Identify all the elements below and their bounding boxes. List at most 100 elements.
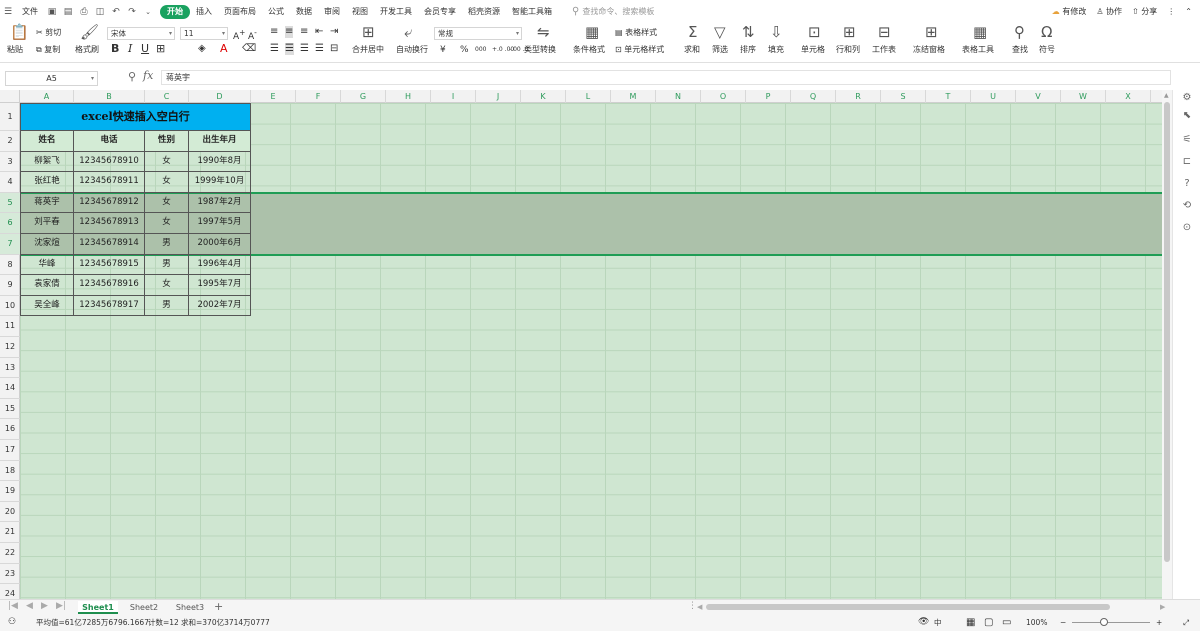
zoom-slider[interactable] [1072,622,1150,623]
increase-font-icon[interactable]: A+ [233,27,245,43]
distribute-icon[interactable]: ⊟ [330,43,338,55]
merge-center-icon[interactable]: ⊞ [362,24,375,40]
select-all-corner[interactable] [0,90,20,103]
column-header-d[interactable]: D [189,90,251,103]
print-preview-icon[interactable]: ◫ [94,6,106,18]
table-cell[interactable]: 12345678910 [74,151,145,173]
wrap-text-icon[interactable]: ⤶ [404,24,412,40]
column-header-g[interactable]: G [341,90,386,103]
fullscreen-icon[interactable]: ⤢ [1183,614,1189,631]
decrease-font-icon[interactable]: A- [248,27,257,43]
cell-icon[interactable]: ⊡ [808,24,821,40]
align-center-icon[interactable]: ☰ [285,43,294,55]
row-col-icon[interactable]: ⊞ [843,24,856,40]
share-button[interactable]: ⇧ 分享 [1132,6,1157,17]
zoom-out-icon[interactable]: − [1060,614,1066,631]
column-header-s[interactable]: S [881,90,926,103]
table-style-button[interactable]: ▤ 表格样式 [615,27,657,39]
sort-icon[interactable]: ⇅ [742,24,755,40]
column-header-p[interactable]: P [746,90,791,103]
table-header-cell[interactable]: 姓名 [20,131,74,152]
paste-icon[interactable]: 📋 [10,24,29,40]
page-layout-view-icon[interactable]: ▢ [984,614,993,631]
row-header-21[interactable]: 21 [0,522,20,543]
column-header-m[interactable]: M [611,90,656,103]
table-cell[interactable]: 1990年8月 [189,151,251,173]
row-header-9[interactable]: 9 [0,275,20,296]
zoom-slider-knob[interactable] [1100,618,1108,626]
table-cell[interactable]: 沈家煊 [20,234,74,255]
table-tools-icon[interactable]: ▦ [973,24,987,40]
column-header-a[interactable]: A [20,90,74,103]
cell-style-button[interactable]: ⊡ 单元格样式 [615,44,664,56]
row-header-2[interactable]: 2 [0,131,20,152]
tab-formulas[interactable]: 公式 [262,5,290,19]
tab-smart-toolbox[interactable]: 智能工具箱 [506,5,558,19]
column-header-h[interactable]: H [386,90,431,103]
table-cell[interactable]: 女 [145,275,189,296]
table-cell[interactable]: 2000年6月 [189,234,251,255]
backup-icon[interactable]: ⊏ [1181,156,1193,168]
indent-decrease-icon[interactable]: ⇤ [315,26,323,38]
scroll-up-icon[interactable]: ▲ [1164,92,1169,99]
format-painter-button[interactable]: 格式刷 [75,44,99,56]
column-header-f[interactable]: F [296,90,341,103]
table-cell[interactable]: 张红艳 [20,172,74,193]
column-header-r[interactable]: R [836,90,881,103]
table-cell[interactable]: 12345678914 [74,234,145,255]
font-name-select[interactable]: 宋体 ▾ [107,27,175,40]
vertical-scroll-thumb[interactable] [1164,102,1170,562]
table-cell[interactable]: 柳絮飞 [20,151,74,173]
column-header-x[interactable]: X [1106,90,1151,103]
column-header-w[interactable]: W [1061,90,1106,103]
row-header-5[interactable]: 5 [0,192,20,214]
column-header-l[interactable]: L [566,90,611,103]
export-pdf-icon[interactable]: ▤ [62,6,74,18]
collapse-ribbon-icon[interactable]: ⌃ [1185,7,1192,16]
filter-button[interactable]: 筛选 [712,44,728,56]
page-break-view-icon[interactable]: ▭ [1002,614,1011,631]
more-options-icon[interactable]: ⋮ [1167,7,1175,16]
tab-developer[interactable]: 开发工具 [374,5,418,19]
fill-icon[interactable]: ⇩ [770,24,783,40]
row-header-24[interactable]: 24 [0,584,20,599]
table-cell[interactable]: 1995年7月 [189,275,251,296]
print-icon[interactable]: ⎙ [78,6,90,18]
zoom-lens-icon[interactable]: ⚲ [128,70,136,83]
justify-icon[interactable]: ☰ [315,43,324,55]
table-cell[interactable]: 女 [145,151,189,173]
scroll-right-icon[interactable]: ▶ [1160,603,1165,611]
sum-button[interactable]: 求和 [684,44,700,56]
font-size-select[interactable]: 11 ▾ [180,27,228,40]
table-title-cell[interactable]: excel快速插入空白行 [20,103,251,131]
help-icon[interactable]: ? [1181,178,1193,190]
vertical-scrollbar[interactable]: ▲ [1162,90,1172,599]
column-header-u[interactable]: U [971,90,1016,103]
tab-view[interactable]: 视图 [346,5,374,19]
row-header-12[interactable]: 12 [0,337,20,358]
row-header-10[interactable]: 10 [0,296,20,317]
formula-input[interactable]: 蒋英宇 [161,70,1171,85]
tab-page-layout[interactable]: 页面布局 [218,5,262,19]
conditional-format-button[interactable]: 条件格式 [573,44,605,56]
sum-icon[interactable]: Σ [688,24,697,40]
currency-button[interactable]: ¥ [440,44,446,56]
worksheet-grid[interactable]: ABCDEFGHIJKLMNOPQRSTUVWX 1 2 3 4 5 6 7 8 9 10 11 12… [0,90,1162,599]
align-left-icon[interactable]: ☰ [270,43,279,55]
format-painter-icon[interactable]: 🖌 [80,24,99,40]
location-icon[interactable]: ⊙ [1181,222,1193,234]
normal-view-icon[interactable]: ▦ [966,614,975,631]
modified-status[interactable]: ☁ 有修改 [1052,6,1087,17]
align-bottom-icon[interactable]: ≡ [300,26,308,38]
column-header-k[interactable]: K [521,90,566,103]
properties-icon[interactable]: ⚟ [1181,134,1193,146]
row-header-17[interactable]: 17 [0,440,20,461]
indent-increase-icon[interactable]: ⇥ [330,26,338,38]
row-header-8[interactable]: 8 [0,255,20,276]
fill-color-icon[interactable]: ◈ [198,43,206,55]
horizontal-scroll-thumb[interactable] [706,604,1110,610]
symbol-icon[interactable]: Ω [1041,24,1052,40]
row-header-20[interactable]: 20 [0,502,20,523]
table-header-cell[interactable]: 性别 [145,131,189,152]
table-cell[interactable]: 华峰 [20,254,74,276]
